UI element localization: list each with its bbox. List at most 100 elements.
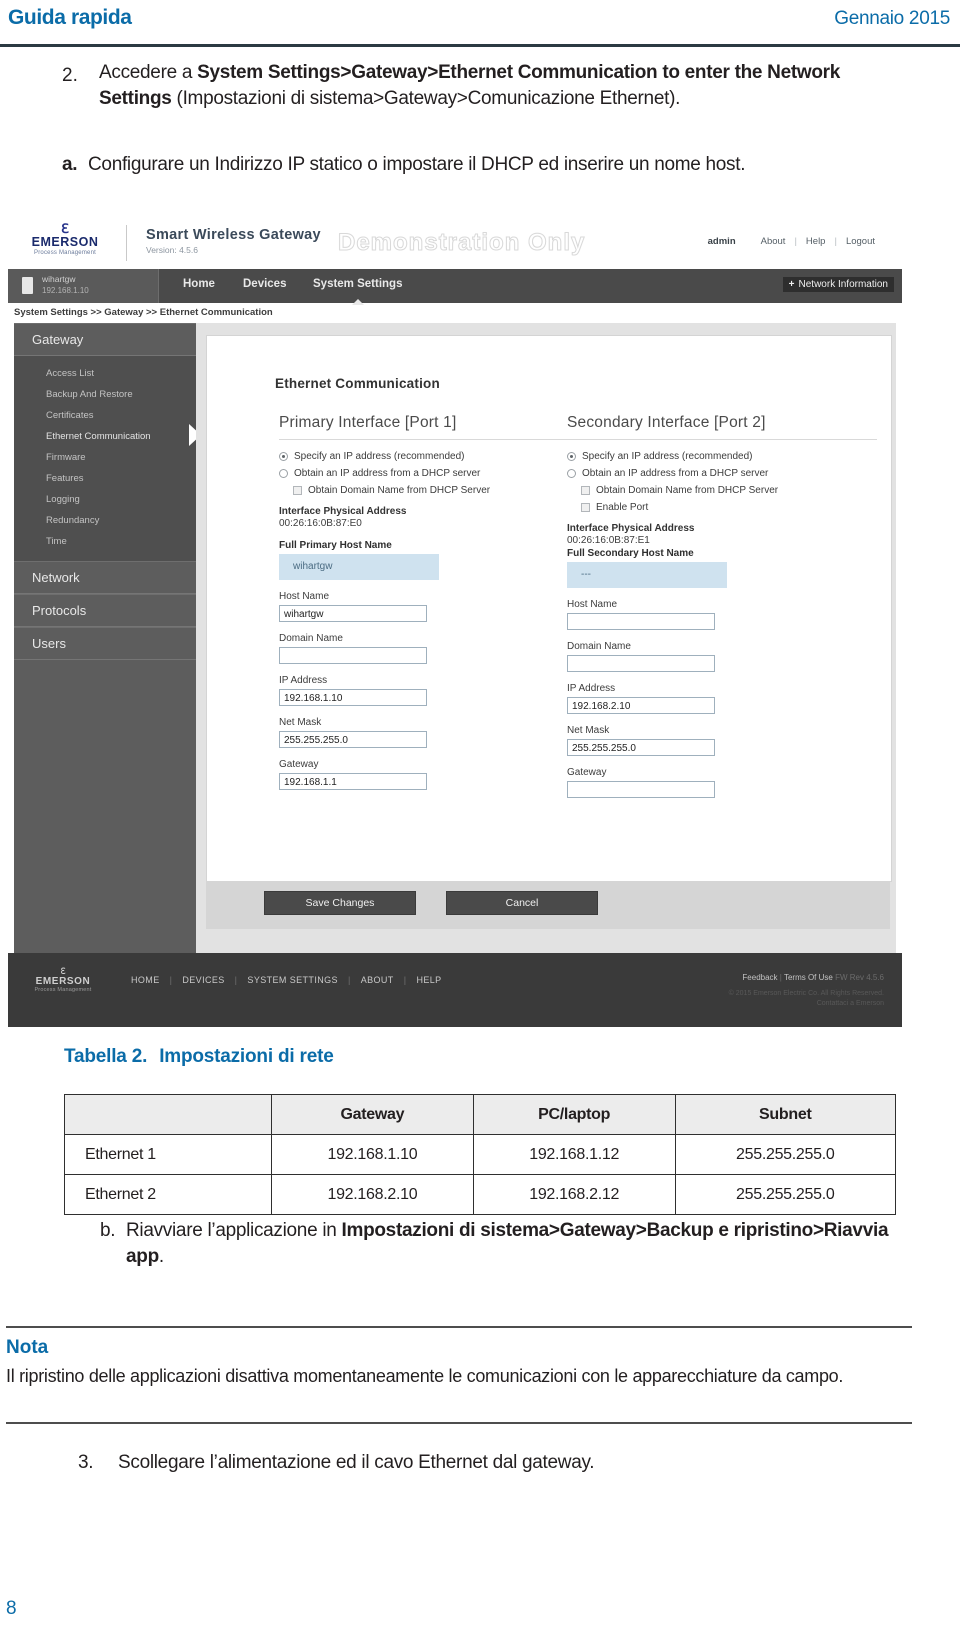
footer-feedback-link[interactable]: Feedback	[742, 973, 777, 982]
nav-item-home[interactable]: Home	[183, 278, 215, 290]
app-header: ℇ EMERSON Process Management Smart Wirel…	[8, 215, 902, 269]
nav-item-system-settings[interactable]: System Settings	[313, 278, 402, 305]
network-settings-table: Gateway PC/laptop Subnet Ethernet 1 192.…	[64, 1094, 897, 1215]
secondary-interface-title: Secondary Interface [Port 2]	[567, 414, 766, 431]
step-3-text: Scollegare l’alimentazione ed il cavo Et…	[118, 1452, 595, 1473]
page-number: 8	[6, 1598, 17, 1619]
primary-full-host-label: Full Primary Host Name	[279, 540, 392, 551]
radio-selected-icon	[567, 452, 576, 461]
secondary-domain-label: Domain Name	[567, 641, 631, 652]
step-2b-text-2: .	[158, 1246, 164, 1267]
secondary-mask-input[interactable]: 255.255.255.0	[567, 739, 715, 756]
emerson-name: EMERSON	[31, 235, 99, 249]
primary-mask-input[interactable]: 255.255.255.0	[279, 731, 427, 748]
sidebar-section-gateway[interactable]: Gateway	[14, 323, 196, 356]
secondary-radio-dhcp[interactable]: Obtain an IP address from a DHCP server	[567, 468, 877, 480]
footer-nav-help[interactable]: HELP	[416, 975, 441, 985]
footer-nav-about[interactable]: ABOUT	[361, 975, 394, 985]
primary-domain-input[interactable]	[279, 647, 427, 664]
emerson-logo: ℇ EMERSON Process Management	[20, 222, 110, 263]
checkbox-icon	[293, 486, 302, 495]
secondary-check-domain-from-dhcp[interactable]: Obtain Domain Name from DHCP Server	[567, 485, 877, 497]
footer-sep-5: |	[779, 973, 782, 982]
panel-title: Ethernet Communication	[275, 376, 440, 391]
secondary-host-input[interactable]	[567, 613, 715, 630]
table-header-subnet: Subnet	[674, 1094, 897, 1135]
sidebar-item-certificates[interactable]: Certificates	[14, 405, 196, 426]
table-cell-ethernet2-subnet: 255.255.255.0	[674, 1174, 897, 1215]
radio-unselected-icon	[279, 469, 288, 478]
link-divider-1: |	[794, 236, 797, 247]
primary-domain-field: Domain Name	[279, 633, 579, 664]
footer-sep-4: |	[403, 975, 407, 985]
sidebar-section-network[interactable]: Network	[14, 561, 196, 594]
nav-item-devices[interactable]: Devices	[243, 278, 286, 290]
primary-radio-dhcp-label: Obtain an IP address from a DHCP server	[294, 468, 481, 479]
primary-mac-label: Interface Physical Address	[279, 506, 407, 517]
header-divider	[0, 44, 960, 47]
cancel-button[interactable]: Cancel	[446, 891, 598, 915]
panel-button-bar: Save Changes Cancel	[206, 881, 890, 929]
secondary-radio-specify-ip[interactable]: Specify an IP address (recommended)	[567, 451, 877, 463]
footer-sep-1: |	[169, 975, 173, 985]
network-information-button[interactable]: + Network Information	[782, 277, 894, 292]
table-header-gateway: Gateway	[271, 1094, 474, 1135]
checkbox-icon	[581, 503, 590, 512]
breadcrumb: System Settings >> Gateway >> Ethernet C…	[14, 307, 273, 318]
sidebar-item-redundancy[interactable]: Redundancy	[14, 510, 196, 531]
secondary-domain-input[interactable]	[567, 655, 715, 672]
table-cell-ethernet1-gateway: 192.168.1.10	[271, 1134, 474, 1175]
footer-nav-home[interactable]: HOME	[131, 975, 160, 985]
sidebar-section-protocols[interactable]: Protocols	[14, 594, 196, 627]
product-version: Version: 4.5.6	[146, 245, 198, 255]
secondary-full-host-value: ---	[567, 562, 727, 588]
primary-ip-input[interactable]: 192.168.1.10	[279, 689, 427, 706]
primary-radio-specify-ip[interactable]: Specify an IP address (recommended)	[279, 451, 579, 463]
logout-link[interactable]: Logout	[846, 236, 875, 247]
gateway-ip: 192.168.1.10	[42, 286, 89, 295]
primary-title-divider	[279, 439, 579, 440]
sidebar-item-firmware[interactable]: Firmware	[14, 447, 196, 468]
secondary-ip-input[interactable]: 192.168.2.10	[567, 697, 715, 714]
primary-ip-field: IP Address 192.168.1.10	[279, 675, 579, 706]
step-2-body: Accedere a System Settings>Gateway>Ether…	[99, 60, 914, 112]
sidebar-item-time[interactable]: Time	[14, 531, 196, 552]
product-title-block: Smart Wireless Gateway Version: 4.5.6	[146, 227, 321, 255]
sidebar-item-access-list[interactable]: Access List	[14, 363, 196, 384]
save-changes-button[interactable]: Save Changes	[264, 891, 416, 915]
about-link[interactable]: About	[761, 236, 786, 247]
table-header-row: Gateway PC/laptop Subnet	[64, 1094, 897, 1135]
secondary-gateway-input[interactable]	[567, 781, 715, 798]
secondary-gateway-label: Gateway	[567, 767, 607, 778]
gateway-identity: wihartgw 192.168.1.10	[8, 269, 159, 303]
help-link[interactable]: Help	[806, 236, 826, 247]
sidebar-item-backup-and-restore[interactable]: Backup And Restore	[14, 384, 196, 405]
note-divider-bottom	[6, 1422, 912, 1424]
step-2b-label: b.	[100, 1220, 116, 1241]
note-divider-top	[6, 1326, 912, 1328]
step-3-number: 3.	[78, 1452, 94, 1473]
primary-interface-title: Primary Interface [Port 1]	[279, 414, 457, 431]
secondary-ip-label: IP Address	[567, 683, 616, 694]
sidebar-item-logging[interactable]: Logging	[14, 489, 196, 510]
table-cell-ethernet1-label: Ethernet 1	[64, 1134, 272, 1175]
step-2a-text: Configurare un Indirizzo IP statico o im…	[88, 154, 746, 175]
sidebar-section-users[interactable]: Users	[14, 627, 196, 660]
primary-radio-dhcp[interactable]: Obtain an IP address from a DHCP server	[279, 468, 579, 480]
footer-nav-system-settings[interactable]: SYSTEM SETTINGS	[247, 975, 338, 985]
primary-host-input[interactable]: wihartgw	[279, 605, 427, 622]
footer-nav-devices[interactable]: DEVICES	[182, 975, 224, 985]
embedded-screenshot: ℇ EMERSON Process Management Smart Wirel…	[8, 215, 902, 1027]
secondary-gateway-field: Gateway	[567, 767, 877, 798]
primary-interface-column: Primary Interface [Port 1] Specify an IP…	[279, 414, 579, 790]
primary-check-domain-from-dhcp[interactable]: Obtain Domain Name from DHCP Server	[279, 485, 579, 497]
footer-links: Feedback | Terms Of Use FW Rev 4.5.6	[742, 973, 884, 982]
app-footer: ℇ EMERSON Process Management HOME | DEVICE…	[8, 953, 902, 1027]
footer-terms-link[interactable]: Terms Of Use	[784, 973, 833, 982]
table-cell-ethernet2-gateway: 192.168.2.10	[271, 1174, 474, 1215]
sidebar-item-ethernet-communication[interactable]: Ethernet Communication	[14, 426, 196, 447]
sidebar-item-features[interactable]: Features	[14, 468, 196, 489]
primary-gateway-input[interactable]: 192.168.1.1	[279, 773, 427, 790]
primary-mask-field: Net Mask 255.255.255.0	[279, 717, 579, 748]
secondary-check-enable-port[interactable]: Enable Port	[567, 502, 877, 514]
